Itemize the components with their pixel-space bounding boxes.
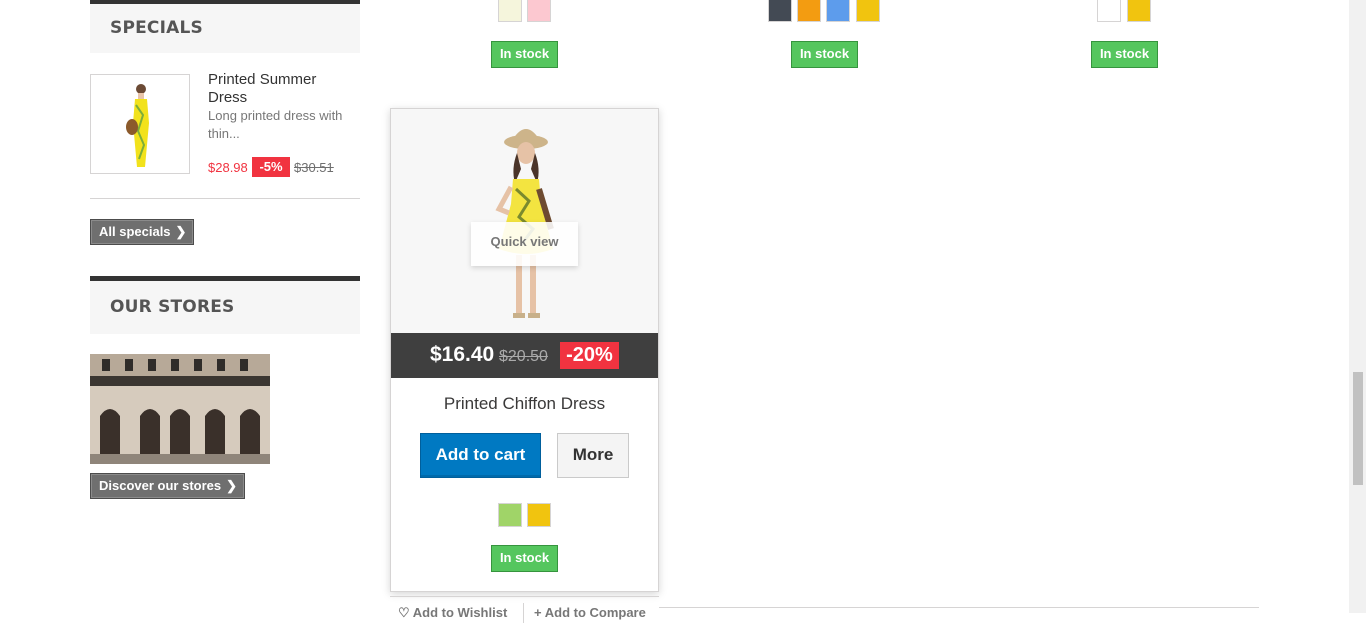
product-image[interactable]: Quick view xyxy=(391,109,658,333)
product-name[interactable]: Printed Chiffon Dress xyxy=(391,394,658,414)
product-price: $16.40 xyxy=(430,343,495,366)
divider xyxy=(523,603,524,623)
product-functional-bar: ♡ Add to Wishlist + Add to Compare xyxy=(390,596,659,626)
dress-thumbnail-icon xyxy=(126,84,149,167)
product-discount-badge: -20% xyxy=(560,342,619,369)
product-card: Quick view $16.40 $20.50 -20% Printed Ch… xyxy=(390,108,659,592)
stock-badge: In stock xyxy=(491,545,558,572)
stores-block-title: OUR STORES xyxy=(90,276,360,334)
store-image[interactable] xyxy=(90,354,270,464)
stock-badge: In stock xyxy=(1091,41,1158,68)
chevron-right-icon: ❯ xyxy=(175,224,187,239)
all-specials-label: All specials xyxy=(99,224,171,239)
color-swatch-yellow[interactable] xyxy=(527,503,551,527)
special-product-image[interactable] xyxy=(90,74,190,174)
color-swatch[interactable] xyxy=(768,0,792,22)
special-old-price: $30.51 xyxy=(294,160,334,175)
all-specials-button[interactable]: All specials ❯ xyxy=(90,219,194,245)
scrollbar-thumb[interactable] xyxy=(1353,372,1363,485)
specials-block-title: SPECIALS xyxy=(90,0,360,53)
color-swatch[interactable] xyxy=(1127,0,1151,22)
special-discount-badge: -5% xyxy=(252,157,290,177)
page-scrollbar[interactable] xyxy=(1349,0,1366,613)
chevron-right-icon: ❯ xyxy=(226,478,238,493)
quick-view-button[interactable]: Quick view xyxy=(471,222,578,266)
store-facade-icon xyxy=(90,354,270,464)
special-product-description: Long printed dress with thin... xyxy=(208,108,343,141)
discover-stores-button[interactable]: Discover our stores ❯ xyxy=(90,473,245,499)
color-swatch[interactable] xyxy=(797,0,821,22)
chiffon-dress-photo-icon xyxy=(391,109,658,333)
divider xyxy=(90,198,360,199)
color-swatch[interactable] xyxy=(826,0,850,22)
more-button[interactable]: More xyxy=(557,433,629,478)
special-product-price: $28.98 xyxy=(208,160,248,175)
special-product-name[interactable]: Printed Summer Dress xyxy=(208,71,348,107)
price-bar: $16.40 $20.50 -20% xyxy=(391,333,658,378)
product-old-price: $20.50 xyxy=(499,348,548,365)
color-swatch[interactable] xyxy=(1097,0,1121,22)
color-swatch-green[interactable] xyxy=(498,503,522,527)
color-swatch[interactable] xyxy=(527,0,551,22)
discover-stores-label: Discover our stores xyxy=(99,478,222,493)
stock-badge: In stock xyxy=(491,41,558,68)
color-swatch[interactable] xyxy=(856,0,880,22)
bottom-divider xyxy=(659,607,1259,608)
stock-badge: In stock xyxy=(791,41,858,68)
add-to-cart-button[interactable]: Add to cart xyxy=(420,433,541,478)
wishlist-link[interactable]: ♡ Add to Wishlist xyxy=(398,605,507,621)
color-swatch[interactable] xyxy=(498,0,522,22)
